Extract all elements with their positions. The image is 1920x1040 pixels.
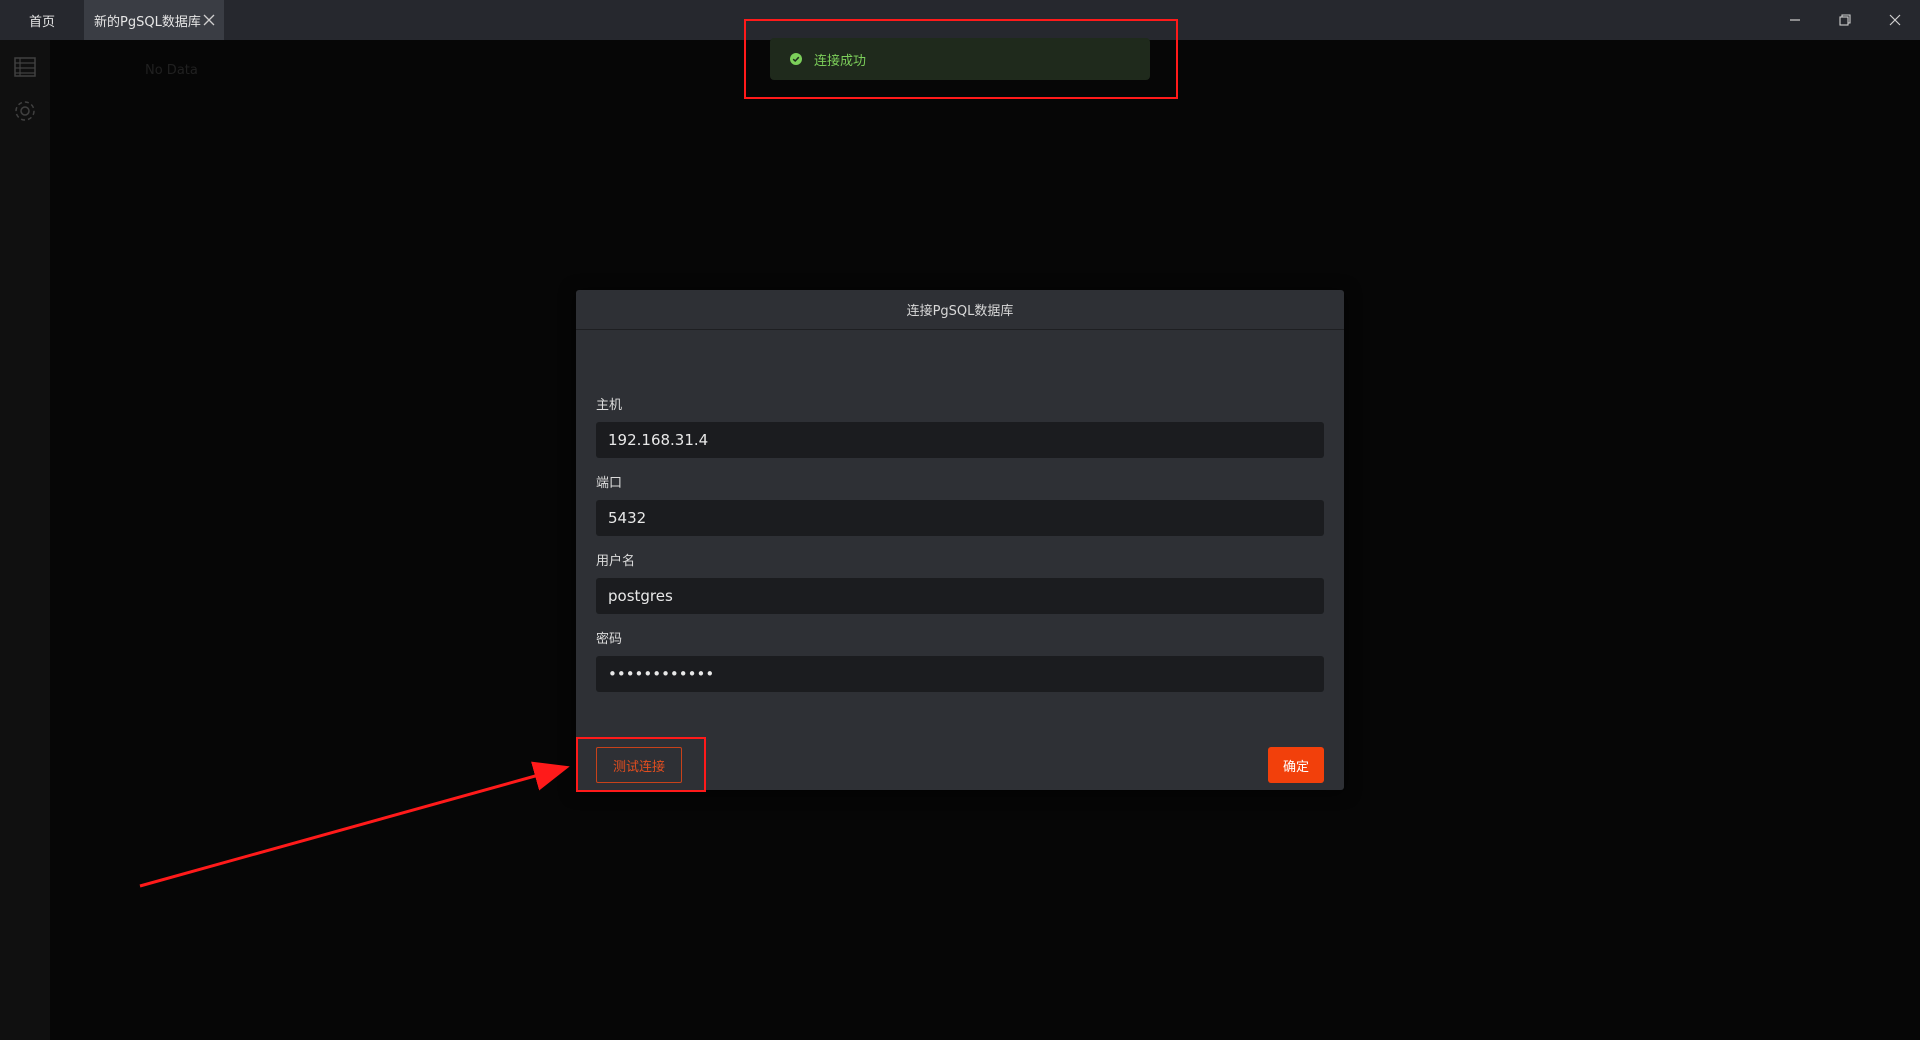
- password-input[interactable]: [596, 656, 1324, 692]
- test-button-highlight-box: [576, 737, 706, 792]
- connection-form: 主机 端口 用户名 密码: [596, 398, 1324, 710]
- confirm-button[interactable]: 确定: [1268, 747, 1324, 783]
- password-label: 密码: [596, 632, 623, 647]
- host-label: 主机: [596, 398, 623, 413]
- connect-dialog: 连接PgSQL数据库 主机 端口 用户名 密码 测试连接 确定: [576, 290, 1344, 790]
- host-input[interactable]: [596, 422, 1324, 458]
- sidebar: [0, 40, 50, 1040]
- port-label: 端口: [596, 476, 623, 491]
- restore-button[interactable]: [1820, 0, 1870, 40]
- window-controls: [1770, 0, 1920, 40]
- toast-highlight-box: [744, 19, 1178, 99]
- tab-label: 首页: [28, 14, 55, 30]
- window-close-icon: [1889, 14, 1901, 26]
- tab-label: 新的PgSQL数据库: [94, 14, 201, 30]
- dialog-header: 连接PgSQL数据库: [576, 290, 1344, 330]
- tab-home[interactable]: 首页: [0, 0, 84, 40]
- settings-gear-icon[interactable]: [12, 98, 38, 124]
- dialog-title: 连接PgSQL数据库: [906, 304, 1014, 319]
- window-close-button[interactable]: [1870, 0, 1920, 40]
- close-icon[interactable]: [202, 13, 216, 27]
- tab-new-pgsql[interactable]: 新的PgSQL数据库: [84, 0, 224, 40]
- minimize-button[interactable]: [1770, 0, 1820, 40]
- username-label: 用户名: [596, 554, 636, 569]
- restore-icon: [1839, 14, 1851, 26]
- database-icon[interactable]: [12, 54, 38, 80]
- username-input[interactable]: [596, 578, 1324, 614]
- port-input[interactable]: [596, 500, 1324, 536]
- minimize-icon: [1790, 19, 1800, 21]
